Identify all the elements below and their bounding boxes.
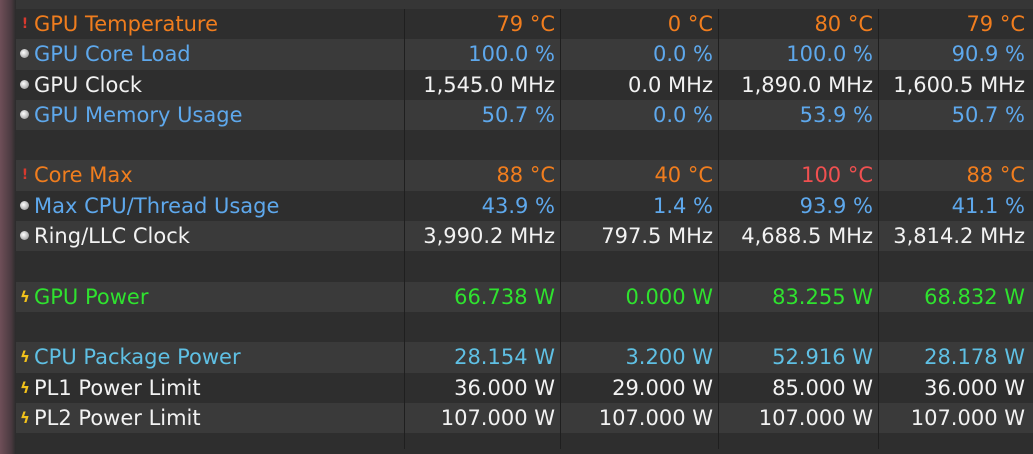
thermometer-icon: ! (21, 167, 29, 184)
current-value: 36.000 W (454, 375, 555, 400)
sensor-row-pl2-power-limit[interactable]: ϟ PL2 Power Limit 107.000 W 107.000 W 10… (16, 402, 1033, 434)
bolt-icon: ϟ (20, 287, 30, 306)
thermometer-icon: ! (21, 16, 29, 32)
column-divider (404, 9, 405, 449)
average-value: 68.832 W (924, 284, 1025, 309)
sensor-label: GPU Clock (34, 72, 143, 97)
average-value: 36.000 W (924, 375, 1025, 400)
minimum-value: 107.000 W (598, 405, 713, 430)
current-value: 28.154 W (454, 345, 555, 370)
minimum-value: 797.5 MHz (601, 224, 713, 249)
minimum-value: 0 °C (667, 12, 713, 36)
maximum-value: 53.9 % (799, 102, 873, 127)
maximum-value: 100 °C (801, 163, 873, 188)
spacer-row (16, 433, 1033, 454)
minimum-value: 0.0 % (652, 102, 713, 127)
current-value: 107.000 W (440, 405, 555, 430)
average-value: 90.9 % (951, 42, 1025, 67)
minimum-value: 40 °C (654, 163, 713, 188)
current-value: 50.7 % (481, 102, 555, 127)
bolt-icon: ϟ (20, 378, 30, 397)
current-value: 1,545.0 MHz (423, 72, 555, 97)
clock-icon (20, 200, 29, 210)
sensor-row-gpu-power[interactable]: ϟ GPU Power 66.738 W 0.000 W 83.255 W 68… (16, 281, 1033, 312)
average-value: 41.1 % (951, 193, 1025, 218)
maximum-value: 80 °C (814, 12, 873, 36)
maximum-value: 85.000 W (772, 375, 873, 400)
maximum-value: 83.255 W (772, 284, 873, 309)
current-value: 100.0 % (468, 42, 555, 67)
average-value: 79 °C (966, 12, 1025, 36)
average-value: 3,814.2 MHz (893, 224, 1025, 249)
average-value: 1,600.5 MHz (893, 72, 1025, 97)
sensor-label: PL2 Power Limit (34, 405, 201, 430)
sensor-row-core-max[interactable]: ! Core Max 88 °C 40 °C 100 °C 88 °C (16, 160, 1033, 191)
sensor-row-gpu-core-load[interactable]: GPU Core Load 100.0 % 0.0 % 100.0 % 90.9… (16, 39, 1033, 70)
sensor-row-gpu-memory-usage[interactable]: GPU Memory Usage 50.7 % 0.0 % 53.9 % 50.… (16, 99, 1033, 131)
minimum-value: 0.000 W (625, 284, 713, 309)
sensor-row-max-cpu-thread-usage[interactable]: Max CPU/Thread Usage 43.9 % 1.4 % 93.9 %… (16, 190, 1033, 222)
average-value: 88 °C (966, 163, 1025, 188)
column-divider (878, 9, 879, 449)
maximum-value: 93.9 % (799, 193, 873, 218)
bolt-icon: ϟ (20, 408, 30, 427)
column-divider (718, 9, 719, 449)
average-value: 107.000 W (910, 405, 1025, 430)
current-value: 3,990.2 MHz (423, 224, 555, 249)
bolt-icon: ϟ (20, 348, 30, 367)
current-value: 66.738 W (454, 284, 555, 309)
sensor-label: GPU Memory Usage (34, 102, 243, 127)
maximum-value: 100.0 % (786, 42, 873, 67)
current-value: 79 °C (496, 12, 555, 36)
maximum-value: 1,890.0 MHz (741, 72, 873, 97)
minimum-value: 1.4 % (652, 193, 713, 218)
clock-icon (20, 49, 29, 59)
clock-icon (20, 231, 29, 241)
spacer-row (16, 251, 1033, 282)
clock-icon (20, 79, 29, 89)
minimum-value: 0.0 % (652, 42, 713, 67)
sensor-label: Core Max (34, 163, 133, 188)
current-value: 43.9 % (481, 193, 555, 218)
maximum-value: 107.000 W (758, 405, 873, 430)
sensor-row-pl1-power-limit[interactable]: ϟ PL1 Power Limit 36.000 W 29.000 W 85.0… (16, 372, 1033, 403)
clipped-row (16, 0, 1033, 9)
sensor-label: GPU Core Load (34, 42, 191, 67)
maximum-value: 4,688.5 MHz (741, 224, 873, 249)
minimum-value: 0.0 MHz (627, 72, 713, 97)
sensor-label: PL1 Power Limit (34, 375, 201, 400)
sensor-row-gpu-temperature[interactable]: ! GPU Temperature 79 °C 0 °C 80 °C 79 °C (16, 9, 1033, 40)
clock-icon (20, 109, 29, 119)
minimum-value: 3.200 W (625, 345, 713, 370)
minimum-value: 29.000 W (612, 375, 713, 400)
average-value: 50.7 % (951, 102, 1025, 127)
sensor-label: Ring/LLC Clock (34, 224, 190, 249)
current-value: 88 °C (496, 163, 555, 188)
sensor-row-gpu-clock[interactable]: GPU Clock 1,545.0 MHz 0.0 MHz 1,890.0 MH… (16, 69, 1033, 100)
sensor-row-ring-llc-clock[interactable]: Ring/LLC Clock 3,990.2 MHz 797.5 MHz 4,6… (16, 221, 1033, 252)
spacer-row (16, 311, 1033, 343)
sensor-label: CPU Package Power (34, 345, 241, 370)
sensor-label: GPU Power (34, 284, 149, 309)
sensor-table: ! GPU Temperature 79 °C 0 °C 80 °C 79 °C… (16, 9, 1033, 454)
sensor-label: GPU Temperature (34, 12, 219, 36)
window-edge (0, 0, 16, 454)
column-divider (560, 9, 561, 449)
sensor-label: Max CPU/Thread Usage (34, 193, 280, 218)
maximum-value: 52.916 W (772, 345, 873, 370)
sensor-row-cpu-package-power[interactable]: ϟ CPU Package Power 28.154 W 3.200 W 52.… (16, 342, 1033, 373)
spacer-row (16, 130, 1033, 161)
average-value: 28.178 W (924, 345, 1025, 370)
